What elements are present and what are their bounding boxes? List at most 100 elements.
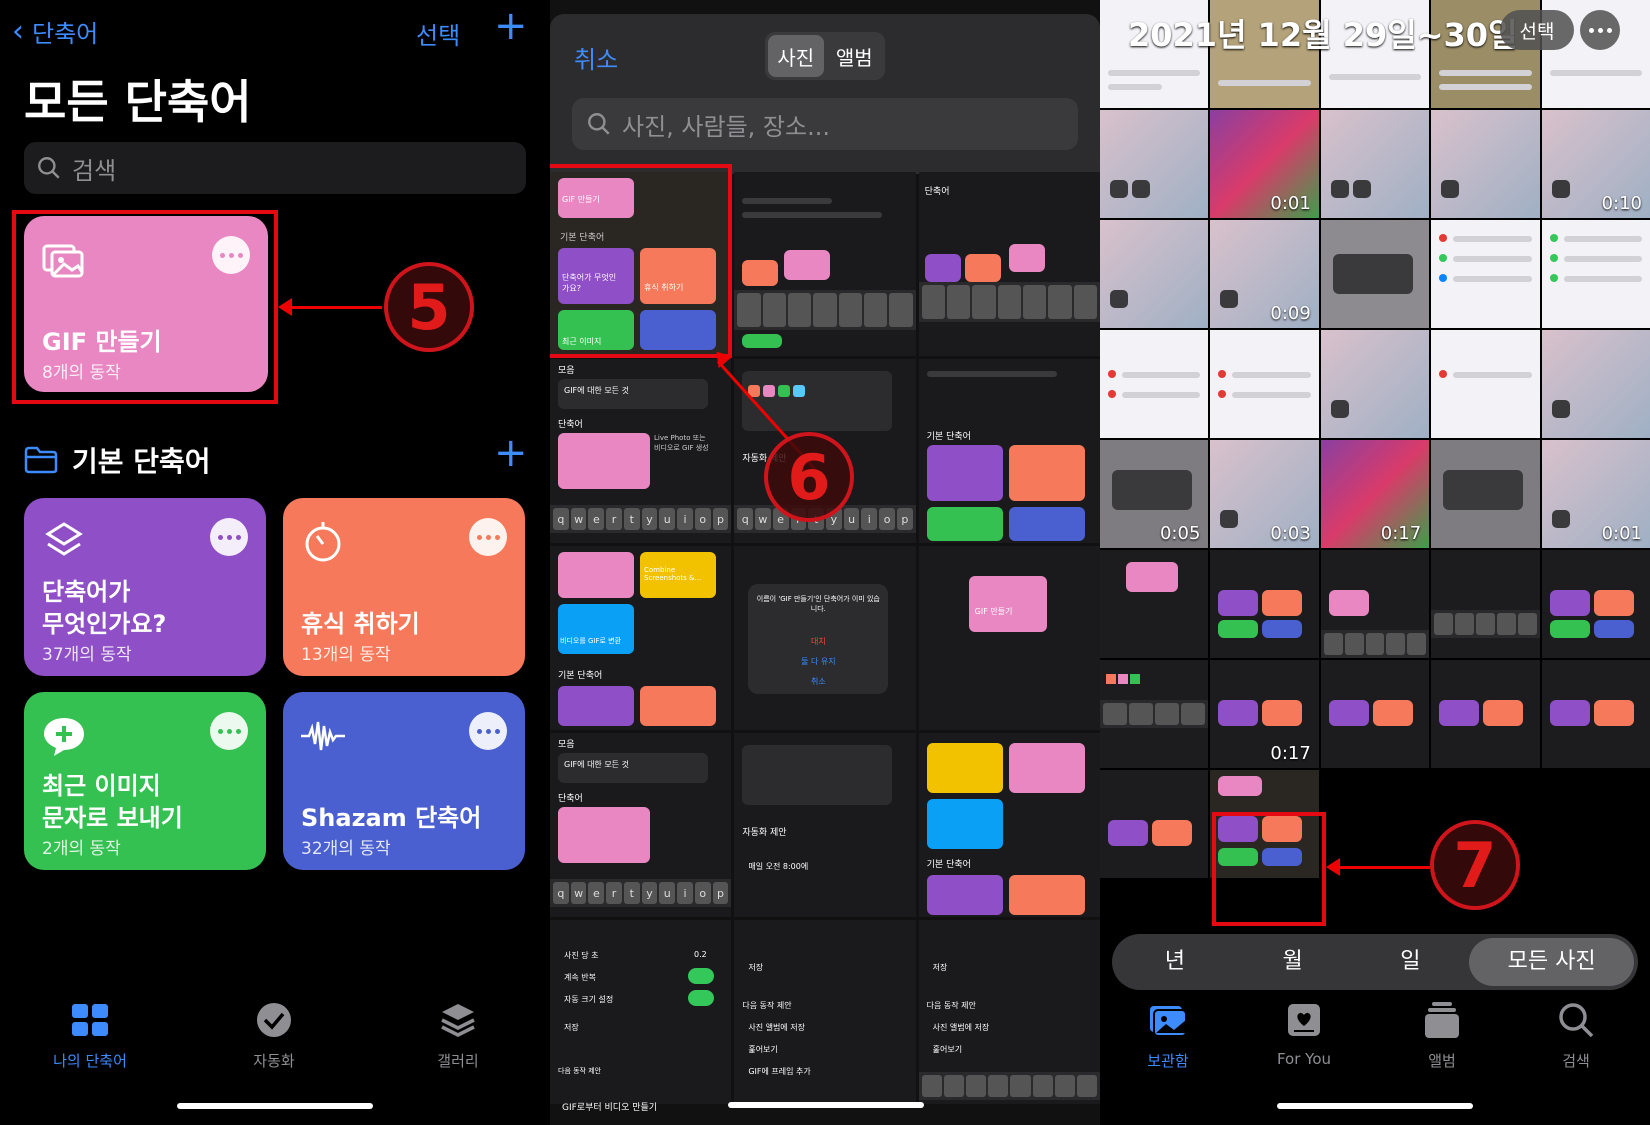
segment-days[interactable]: 일 <box>1351 938 1469 986</box>
shortcut-tile-what[interactable]: 단축어가 무엇인가요? 37개의 동작 <box>24 498 266 676</box>
step-badge: 6 <box>764 432 854 522</box>
arrow-line <box>282 306 382 309</box>
add-to-folder-button[interactable]: + <box>494 430 528 476</box>
more-button[interactable] <box>210 518 248 556</box>
photo-thumbnail[interactable] <box>1320 220 1430 328</box>
photo-search-input[interactable]: 사진, 사람들, 장소... <box>572 98 1078 150</box>
tile-title: 단축어가 무엇인가요? <box>42 578 167 639</box>
tile-title: 휴식 취하기 <box>301 610 420 638</box>
tab-my-shortcuts[interactable]: 나의 단축어 <box>30 1000 150 1071</box>
tab-label: 갤러리 <box>437 1052 479 1070</box>
tab-label: For You <box>1276 1050 1332 1068</box>
photo-thumbnail[interactable] <box>1100 660 1209 768</box>
photo-thumbnail[interactable] <box>1320 660 1430 768</box>
section-header[interactable]: 기본 단축어 <box>24 440 211 480</box>
photo-thumbnail[interactable] <box>1541 550 1650 658</box>
photo-thumbnail[interactable] <box>1210 550 1319 658</box>
photo-thumbnail[interactable] <box>1541 660 1650 768</box>
folder-icon <box>24 446 58 474</box>
photo-thumbnail[interactable]: 단축어 <box>918 172 1100 356</box>
photo-thumbnail[interactable]: GIF 만들기 <box>918 546 1100 730</box>
tab-label: 앨범 <box>1428 1052 1456 1070</box>
photo-thumbnail[interactable] <box>1431 660 1540 768</box>
highlight-box <box>1212 812 1326 926</box>
tab-label: 검색 <box>1562 1052 1590 1070</box>
chevron-left-icon: ‹ <box>12 13 24 49</box>
segment-months[interactable]: 월 <box>1234 938 1352 986</box>
section-title: 기본 단축어 <box>72 445 211 478</box>
select-button[interactable]: 선택 <box>1500 10 1574 50</box>
photo-thumbnail[interactable]: 사진 당 초 0.2 계속 반복 자동 크기 설정 저장 다음 동작 제안 <box>550 920 732 1104</box>
tab-bar: 보관함 For You 앨범 검색 <box>1100 1000 1650 1080</box>
photo-thumbnail[interactable] <box>1541 330 1650 438</box>
page-title: 모든 단축어 <box>24 75 252 129</box>
photo-thumbnail[interactable]: 저장 다음 동작 제안 사진 앨범에 저장 훑어보기 GIF에 프레임 추가 <box>734 920 916 1104</box>
photo-thumbnail[interactable] <box>734 172 916 356</box>
more-button[interactable] <box>1580 10 1620 50</box>
photo-thumbnail[interactable] <box>1431 110 1540 218</box>
make-video-label: GIF로부터 비디오 만들기 <box>562 1103 658 1113</box>
segment-albums[interactable]: 앨범 <box>827 35 883 77</box>
video-thumbnail[interactable]: 0:03 <box>1210 440 1319 548</box>
tab-gallery[interactable]: 갤러리 <box>398 1000 518 1071</box>
photo-thumbnail[interactable]: 모음 GIF에 대한 모든 것 단축어 Live Photo 또는 비디오로 G… <box>550 359 732 543</box>
photo-thumbnail[interactable] <box>1320 330 1430 438</box>
photo-thumbnail[interactable]: 모음 GIF에 대한 모든 것 단축어 qwertyuiop <box>550 733 732 917</box>
video-thumbnail[interactable]: 0:09 <box>1210 220 1319 328</box>
tile-title: 최근 이미지 문자로 보내기 <box>42 772 183 833</box>
view-segmented-control: 년 월 일 모든 사진 <box>1112 934 1638 990</box>
video-thumbnail[interactable]: 0:01 <box>1210 110 1319 218</box>
video-thumbnail[interactable]: 0:01 <box>1541 440 1650 548</box>
photo-thumbnail[interactable] <box>1320 110 1430 218</box>
search-icon <box>38 157 60 179</box>
step-badge: 7 <box>1430 820 1520 910</box>
photo-thumbnail[interactable]: Combine Screenshots &... 비디오를 GIF로 변환 기본… <box>550 546 732 730</box>
photo-thumbnail[interactable] <box>1431 550 1540 658</box>
more-button[interactable] <box>210 712 248 750</box>
segment-years[interactable]: 년 <box>1116 938 1234 986</box>
segment-all-photos[interactable]: 모든 사진 <box>1469 938 1635 986</box>
segment-photos[interactable]: 사진 <box>768 35 824 77</box>
tab-search[interactable]: 검색 <box>1516 1000 1636 1071</box>
photo-thumbnail[interactable] <box>1100 220 1209 328</box>
photo-thumbnail[interactable]: 기본 단축어 <box>918 733 1100 917</box>
photo-library-icon <box>1150 1006 1187 1037</box>
photo-thumbnail[interactable]: 이름이 'GIF 만들기'인 단축어가 이미 있습니다. 대치 둘 다 유지 취… <box>734 546 916 730</box>
picker-header: 취소 사진 앨범 사진, 사람들, 장소... <box>550 14 1100 174</box>
photo-thumbnail[interactable] <box>1431 220 1540 328</box>
photo-thumbnail[interactable] <box>1100 550 1209 658</box>
tab-label: 나의 단축어 <box>53 1052 127 1070</box>
photo-thumbnail[interactable] <box>1431 440 1540 548</box>
photo-thumbnail[interactable] <box>1320 550 1430 658</box>
photo-thumbnail[interactable]: 자동화 제안 매일 오전 8:00에 <box>734 733 916 917</box>
search-input[interactable]: 검색 <box>24 142 526 194</box>
back-label: 단축어 <box>32 20 99 48</box>
video-thumbnail[interactable]: 0:17 <box>1320 440 1430 548</box>
shortcut-tile-recent-image[interactable]: 최근 이미지 문자로 보내기 2개의 동작 <box>24 692 266 870</box>
shortcut-tile-rest[interactable]: 휴식 취하기 13개의 동작 <box>283 498 525 676</box>
tab-for-you[interactable]: For You <box>1244 1000 1364 1068</box>
photo-thumbnail[interactable] <box>1431 330 1540 438</box>
tab-albums[interactable]: 앨범 <box>1382 1000 1502 1071</box>
photo-thumbnail[interactable] <box>1210 330 1319 438</box>
photo-thumbnail[interactable] <box>1100 770 1209 878</box>
home-indicator <box>177 1103 373 1109</box>
tab-automation[interactable]: 자동화 <box>214 1000 334 1071</box>
photo-thumbnail[interactable] <box>1100 110 1209 218</box>
select-button[interactable]: 선택 <box>416 16 460 51</box>
more-button[interactable] <box>469 518 507 556</box>
waveform-icon <box>301 721 345 751</box>
photo-thumbnail[interactable] <box>1100 330 1209 438</box>
cancel-button[interactable]: 취소 <box>574 40 618 75</box>
video-thumbnail[interactable]: 0:10 <box>1541 110 1650 218</box>
more-button[interactable] <box>469 712 507 750</box>
add-shortcut-button[interactable]: + <box>494 6 528 46</box>
back-button[interactable]: ‹ 단축어 <box>12 14 98 49</box>
photo-thumbnail[interactable]: 기본 단축어 <box>918 359 1100 543</box>
video-thumbnail[interactable]: 0:05 <box>1100 440 1209 548</box>
tab-library[interactable]: 보관함 <box>1108 1000 1228 1071</box>
photo-thumbnail[interactable]: 저장 다음 동작 제안 사진 앨범에 저장 훑어보기 <box>918 920 1100 1104</box>
video-thumbnail[interactable]: 0:17 <box>1210 660 1319 768</box>
photo-thumbnail[interactable] <box>1541 220 1650 328</box>
shortcut-tile-shazam[interactable]: Shazam 단축어 32개의 동작 <box>283 692 525 870</box>
